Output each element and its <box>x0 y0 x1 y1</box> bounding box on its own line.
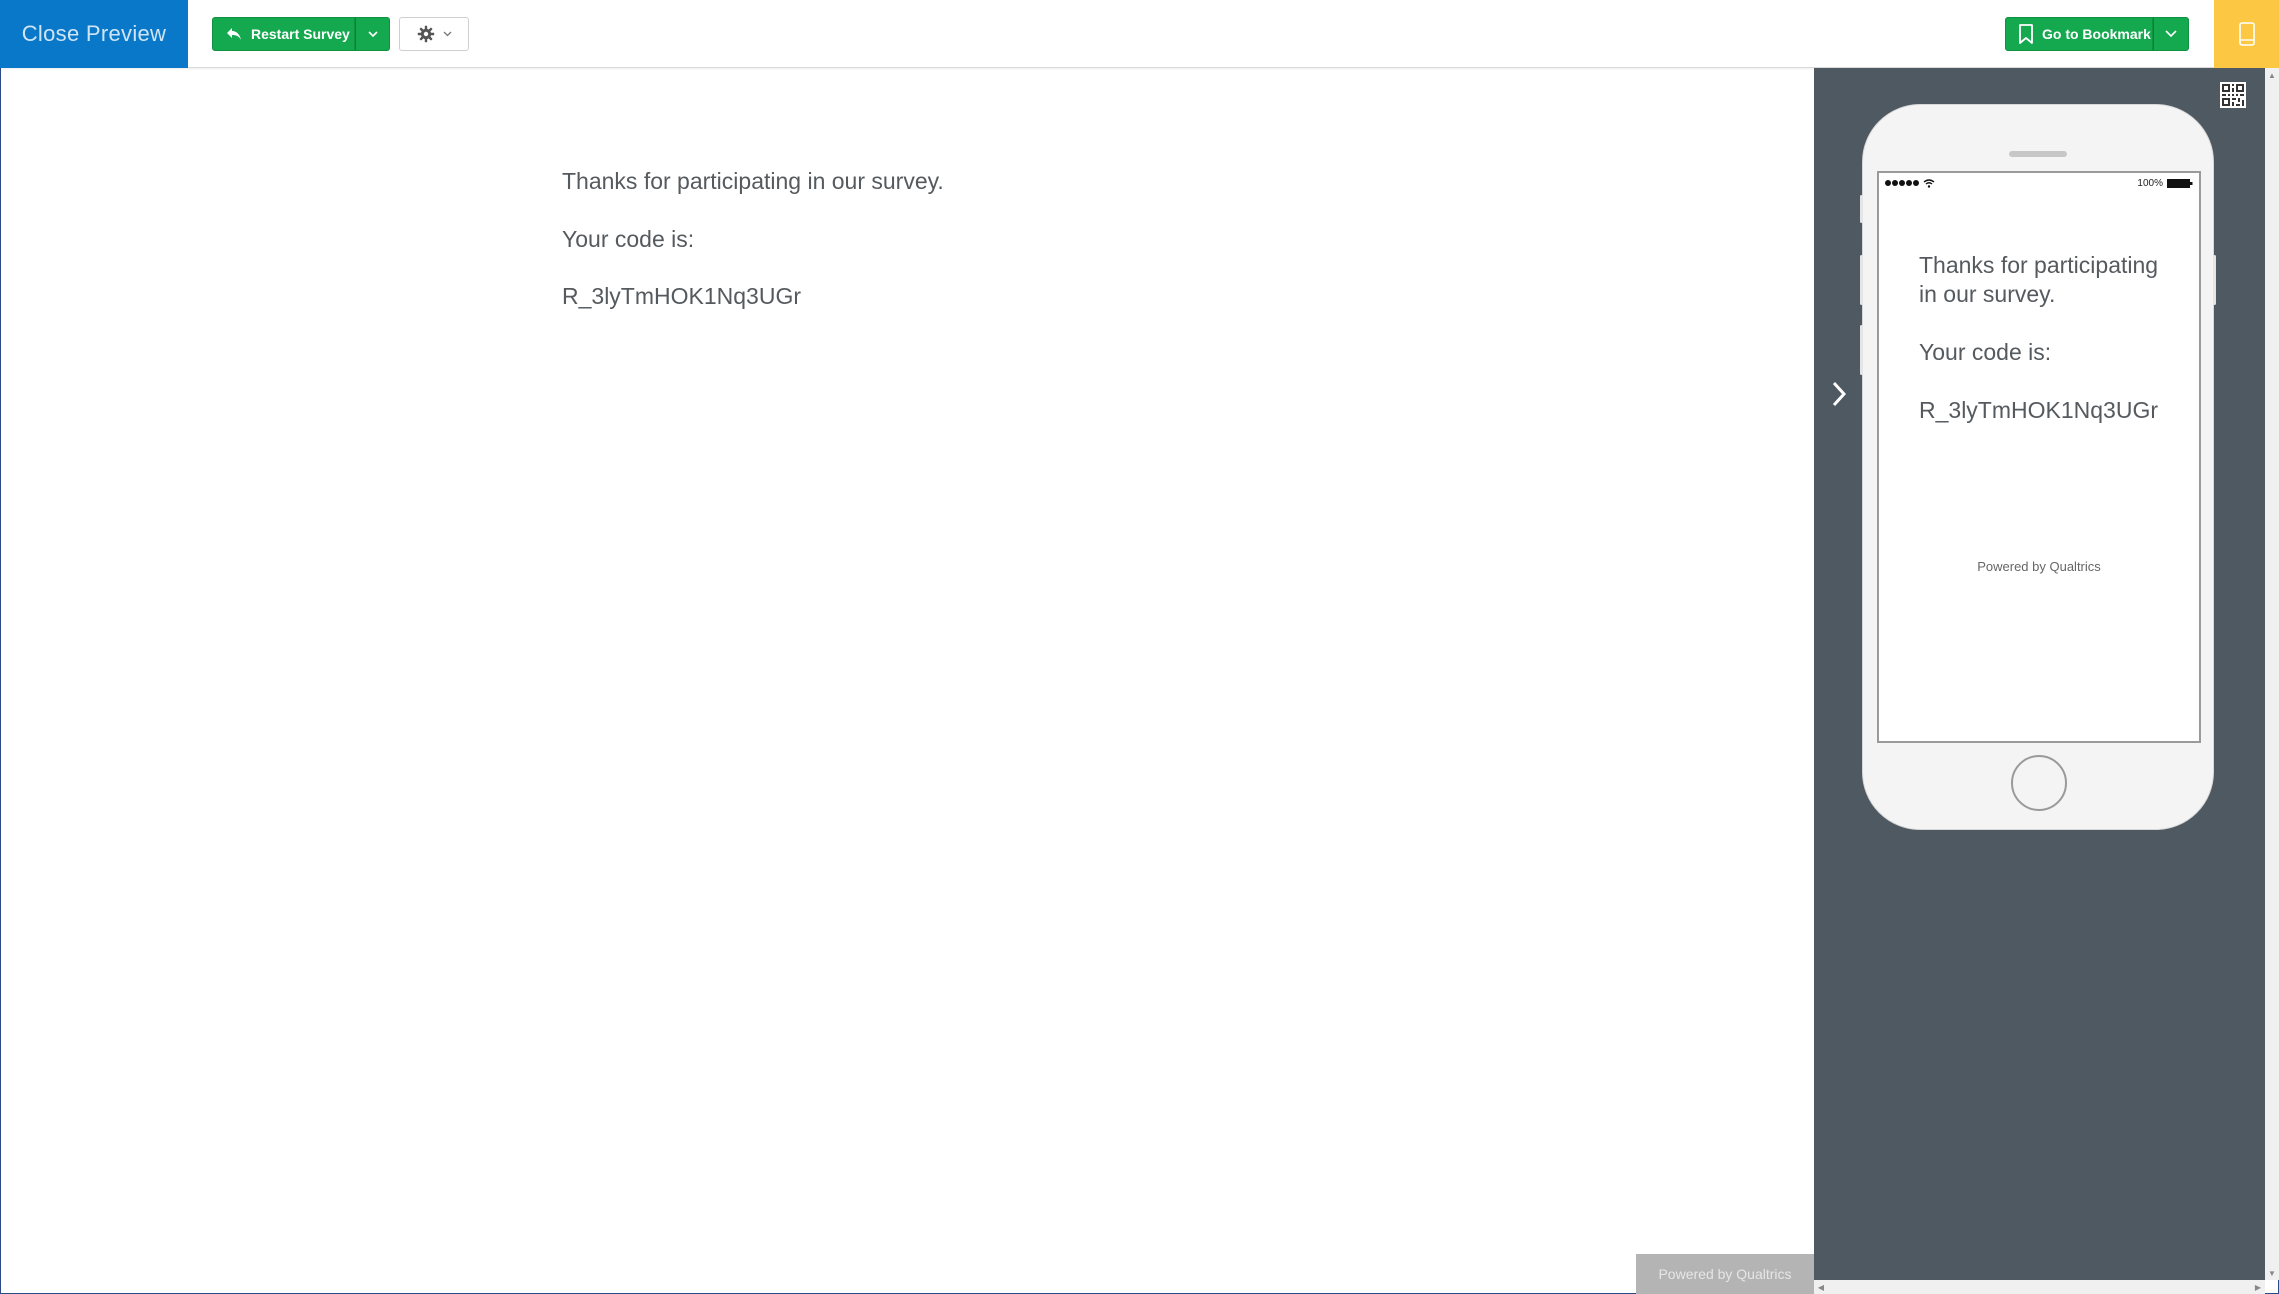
phone-home-button <box>2011 755 2067 811</box>
phone-status-bar: 100% <box>1885 176 2193 190</box>
mobile-response-code: R_3lyTmHOK1Nq3UGr <box>1919 397 2158 423</box>
horizontal-scrollbar[interactable] <box>1814 1280 2265 1294</box>
battery-percent: 100% <box>2137 177 2163 189</box>
phone-power-button <box>2213 255 2216 305</box>
survey-end-message: Thanks for participating in our survey. … <box>562 168 944 341</box>
chevron-down-icon <box>367 30 378 37</box>
response-code: R_3lyTmHOK1Nq3UGr <box>562 283 801 310</box>
collapse-panel-button[interactable] <box>1824 376 1854 412</box>
chevron-down-icon <box>443 31 451 37</box>
bookmark-group: Go to Bookmark <box>2005 17 2189 51</box>
bookmark-options-dropdown[interactable] <box>2153 17 2189 51</box>
scroll-left-arrow-icon[interactable]: ◀ <box>1814 1280 1828 1294</box>
settings-dropdown[interactable] <box>399 17 469 51</box>
mobile-thanks-text: Thanks for participating in our survey. <box>1919 252 2159 307</box>
vertical-scrollbar[interactable] <box>2265 68 2279 1280</box>
mobile-code-label: Your code is: <box>1919 339 2052 365</box>
restart-survey-label: Restart Survey <box>251 26 350 42</box>
mobile-phone-icon <box>2238 22 2255 46</box>
thanks-text: Thanks for participating in our survey. <box>562 168 944 194</box>
gear-icon <box>417 25 434 43</box>
undo-arrow-icon <box>227 28 241 40</box>
signal-dots-icon <box>1885 180 1919 186</box>
restart-survey-group: Restart Survey <box>212 17 390 51</box>
go-to-bookmark-label: Go to Bookmark <box>2042 26 2151 42</box>
phone-mute-switch <box>1860 195 1863 223</box>
go-to-bookmark-button[interactable]: Go to Bookmark <box>2005 17 2153 51</box>
restart-survey-button[interactable]: Restart Survey <box>212 17 355 51</box>
restart-options-dropdown[interactable] <box>355 17 390 51</box>
mobile-preview-toggle[interactable] <box>2214 0 2279 68</box>
powered-by-qualtrics-link[interactable]: Powered by Qualtrics <box>1636 1254 1814 1294</box>
qr-code-icon <box>2220 82 2246 108</box>
chevron-down-icon <box>2165 30 2177 38</box>
mobile-preview-panel: 100% Thanks for participating in our sur… <box>1814 68 2265 1280</box>
phone-mockup: 100% Thanks for participating in our sur… <box>1860 104 2216 830</box>
mobile-survey-end-message: Thanks for participating in our survey. … <box>1919 251 2179 454</box>
phone-volume-up <box>1860 255 1863 305</box>
bookmark-icon <box>2019 24 2033 44</box>
scroll-right-arrow-icon[interactable]: ▶ <box>2251 1280 2265 1294</box>
phone-speaker <box>2009 151 2067 157</box>
code-label: Your code is: <box>562 225 695 252</box>
phone-screen: 100% Thanks for participating in our sur… <box>1877 171 2201 743</box>
scroll-up-arrow-icon[interactable]: ▲ <box>2265 68 2279 82</box>
preview-toolbar: Close Preview Restart Survey Go to Bookm… <box>0 0 2279 68</box>
battery-icon <box>2167 178 2193 188</box>
chevron-right-icon <box>1832 381 1847 407</box>
wifi-icon <box>1923 178 1935 188</box>
scroll-down-arrow-icon[interactable]: ▼ <box>2265 1266 2279 1280</box>
close-preview-button[interactable]: Close Preview <box>0 0 188 68</box>
phone-volume-down <box>1860 325 1863 375</box>
qr-code-button[interactable] <box>2220 82 2246 108</box>
mobile-powered-by-link[interactable]: Powered by Qualtrics <box>1879 559 2199 574</box>
